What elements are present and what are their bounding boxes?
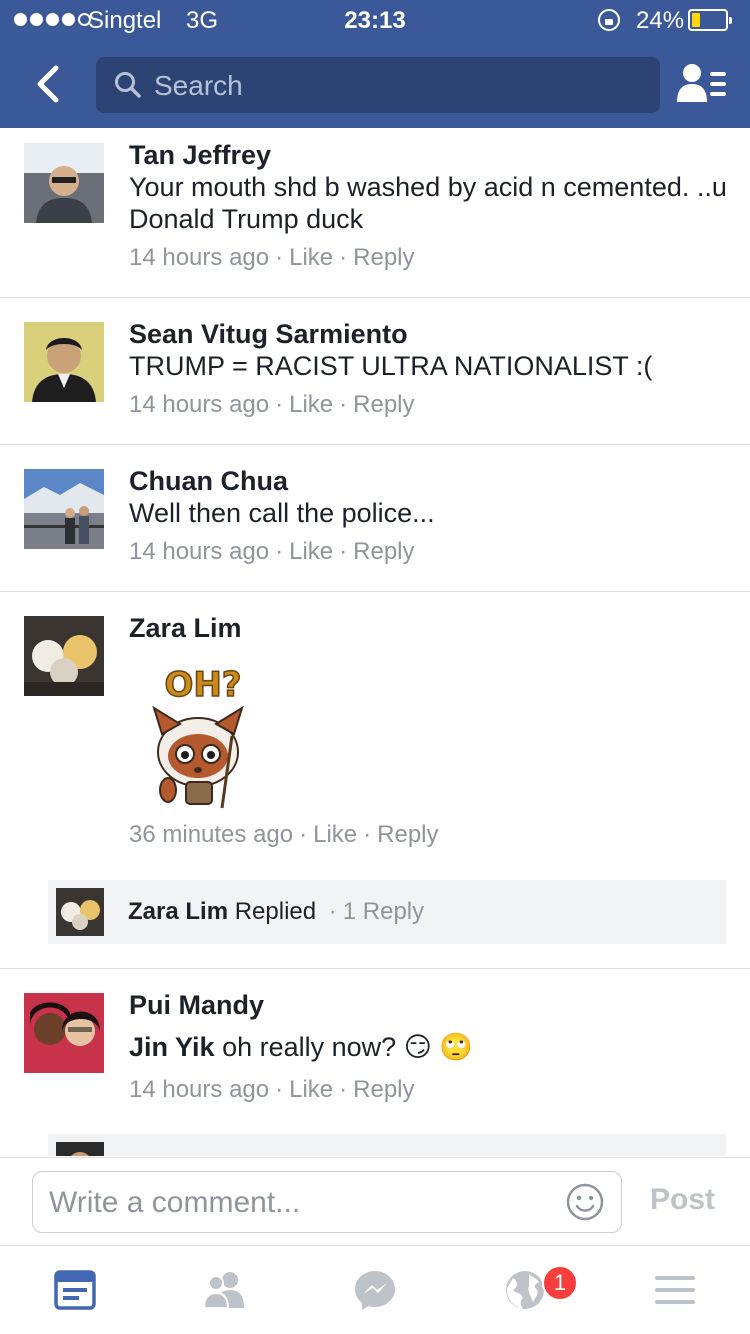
- divider: [0, 591, 750, 592]
- avatar[interactable]: [24, 322, 104, 402]
- avatar[interactable]: [24, 469, 104, 549]
- comment-text: Your mouth shd b washed by acid n cement…: [129, 172, 727, 234]
- comment-time[interactable]: 14 hours ago: [129, 538, 269, 565]
- like-button[interactable]: Like: [289, 244, 333, 271]
- view-replies-button[interactable]: Zara Lim Replied · 1 Reply: [48, 880, 726, 944]
- comment-composer: Write a comment... Post: [0, 1157, 750, 1245]
- search-placeholder: Search: [154, 70, 243, 101]
- status-bar: Singtel 3G 23:13 24%: [0, 0, 750, 40]
- reply-summary: Zara Lim Replied · 1 Reply: [128, 898, 425, 925]
- mention-link[interactable]: Jin Yik: [129, 1032, 215, 1062]
- view-replies-button[interactable]: [48, 1134, 726, 1156]
- comment-text-body: oh really now?: [222, 1032, 397, 1062]
- comment-meta: 14 hours ago · Like · Reply: [129, 391, 415, 418]
- oh-sticker-image[interactable]: OH?: [148, 660, 258, 810]
- comment-input[interactable]: Write a comment...: [32, 1171, 622, 1233]
- friends-list-icon[interactable]: [676, 62, 728, 106]
- comment-placeholder: Write a comment...: [49, 1186, 301, 1219]
- comment-time[interactable]: 14 hours ago: [129, 1076, 269, 1103]
- comment-author[interactable]: Sean Vitug Sarmiento: [129, 319, 408, 350]
- comment-time[interactable]: 14 hours ago: [129, 244, 269, 271]
- comment-time[interactable]: 36 minutes ago: [129, 821, 293, 848]
- comment-author[interactable]: Tan Jeffrey: [129, 140, 271, 171]
- like-button[interactable]: Like: [289, 391, 333, 418]
- divider: [0, 297, 750, 298]
- notification-badge: 1: [542, 1265, 578, 1301]
- reply-author: Zara Lim: [128, 898, 229, 925]
- search-icon: [115, 72, 141, 98]
- reply-button[interactable]: Reply: [353, 538, 414, 565]
- comment-list[interactable]: Tan Jeffrey Your mouth shd b washed by a…: [0, 128, 750, 1156]
- reply-button[interactable]: Reply: [353, 244, 414, 271]
- comment-time[interactable]: 14 hours ago: [129, 391, 269, 418]
- like-button[interactable]: Like: [289, 538, 333, 565]
- reply-button[interactable]: Reply: [353, 1076, 414, 1103]
- comment-author[interactable]: Chuan Chua: [129, 466, 288, 497]
- avatar[interactable]: [24, 143, 104, 223]
- reply-count: 1 Reply: [342, 898, 425, 925]
- messenger-icon[interactable]: [353, 1268, 397, 1312]
- top-navigation-bar: Singtel 3G 23:13 24% Search: [0, 0, 750, 128]
- emoji: 😏 🙄: [403, 1032, 473, 1062]
- comment-author[interactable]: Pui Mandy: [129, 990, 264, 1021]
- comment-meta: 14 hours ago · Like · Reply: [129, 1076, 415, 1103]
- post-button[interactable]: Post: [650, 1183, 715, 1217]
- sticker-text: OH?: [164, 665, 241, 705]
- bottom-tab-bar: [0, 1245, 750, 1334]
- comment-text: Well then call the police...: [129, 498, 435, 528]
- rotation-lock-icon: [598, 9, 620, 31]
- reply-button[interactable]: Reply: [377, 821, 438, 848]
- friend-requests-icon[interactable]: [202, 1268, 246, 1312]
- like-button[interactable]: Like: [313, 821, 357, 848]
- reply-avatar: [56, 888, 104, 936]
- reply-verb: Replied: [234, 898, 317, 925]
- comment-text: Jin Yik oh really now? 😏 🙄: [129, 1031, 729, 1063]
- reply-button[interactable]: Reply: [353, 391, 414, 418]
- avatar[interactable]: [24, 993, 104, 1073]
- smiley-icon[interactable]: [565, 1182, 605, 1222]
- comment-meta: 36 minutes ago · Like · Reply: [129, 821, 439, 848]
- battery-percentage: 24%: [636, 7, 685, 34]
- comment-text: TRUMP = RACIST ULTRA NATIONALIST :(: [129, 351, 653, 381]
- comment-author[interactable]: Zara Lim: [129, 613, 242, 644]
- avatar[interactable]: [24, 616, 104, 696]
- divider: [0, 968, 750, 969]
- like-button[interactable]: Like: [289, 1076, 333, 1103]
- comment-meta: 14 hours ago · Like · Reply: [129, 244, 415, 271]
- search-input[interactable]: Search: [96, 57, 660, 113]
- news-feed-icon[interactable]: [53, 1268, 97, 1312]
- divider: [0, 444, 750, 445]
- menu-icon[interactable]: [653, 1268, 697, 1312]
- battery-icon: [688, 9, 732, 31]
- notifications-globe-icon[interactable]: [503, 1268, 547, 1312]
- back-arrow-icon[interactable]: [30, 64, 70, 104]
- comment-meta: 14 hours ago · Like · Reply: [129, 538, 415, 565]
- reply-avatar: [56, 1142, 104, 1156]
